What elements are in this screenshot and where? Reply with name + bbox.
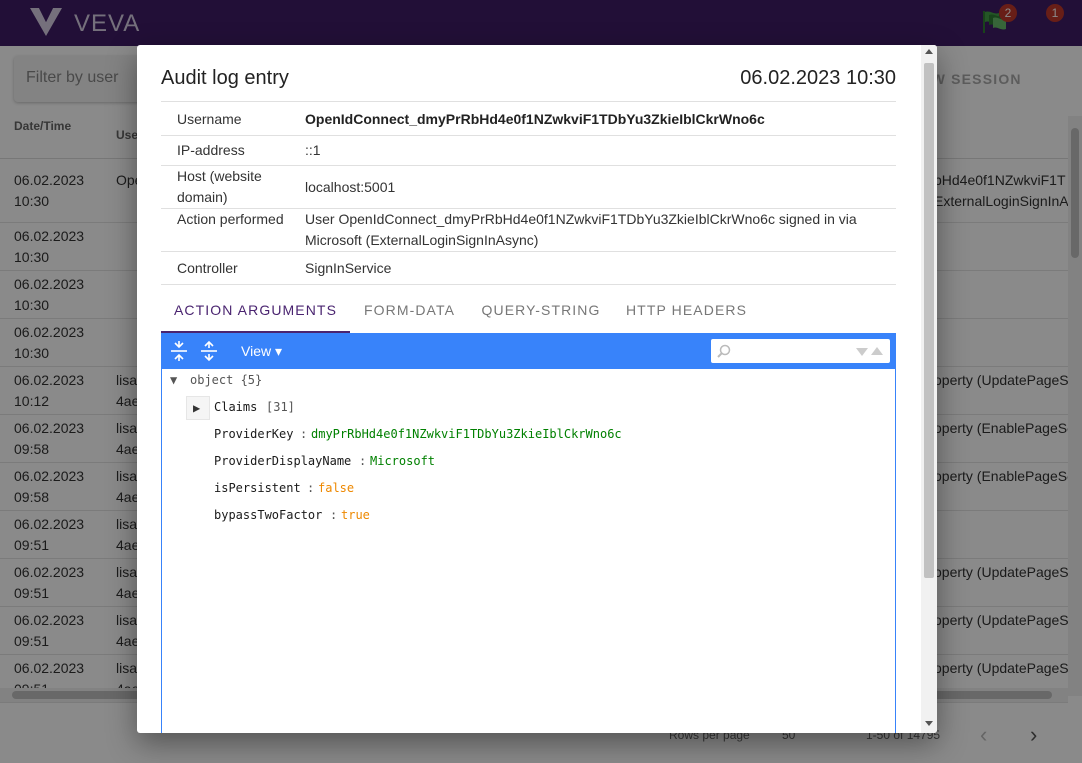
search-previous-icon[interactable] xyxy=(871,347,883,355)
scroll-up-icon[interactable] xyxy=(925,49,933,54)
detail-label: Host (website domain) xyxy=(177,168,262,205)
detail-label: Controller xyxy=(177,260,238,276)
detail-row-action-performed: Action performed User OpenIdConnect_dmyP… xyxy=(161,209,896,252)
json-value[interactable]: Microsoft xyxy=(370,452,435,470)
json-root-node: object {5} xyxy=(190,373,263,387)
json-key[interactable]: isPersistent xyxy=(214,479,301,497)
dialog-title: Audit log entry xyxy=(161,67,289,89)
search-next-icon[interactable] xyxy=(856,348,868,356)
json-value[interactable]: dmyPrRbHd4e0f1NZwkviF1TDbYu3ZkieIblCkrWn… xyxy=(311,425,622,443)
json-editor-menu: View ▾ xyxy=(162,334,895,369)
detail-value-controller: SignInService xyxy=(305,260,392,276)
detail-label: Username xyxy=(177,111,242,127)
json-key[interactable]: ProviderKey xyxy=(214,425,293,443)
json-separator: : xyxy=(307,481,315,495)
json-separator: : xyxy=(359,454,367,468)
dialog-scrollbar-thumb[interactable] xyxy=(924,63,934,578)
detail-row-controller: Controller SignInService xyxy=(161,252,896,285)
json-value: [31] xyxy=(266,400,295,414)
detail-label: IP-address xyxy=(177,142,245,158)
expand-all-icon[interactable] xyxy=(168,340,190,362)
collapse-root-icon[interactable]: ▼ xyxy=(170,371,177,389)
json-separator: : xyxy=(330,508,338,522)
tab-http-headers[interactable]: HTTP HEADERS xyxy=(613,293,760,333)
dialog-scrollbar[interactable] xyxy=(921,45,937,733)
expand-claims-button[interactable]: ▶ xyxy=(186,396,210,420)
json-key[interactable]: Claims xyxy=(214,398,257,416)
json-key[interactable]: ProviderDisplayName xyxy=(214,452,351,470)
tab-form-data[interactable]: FORM-DATA xyxy=(350,293,469,333)
detail-tabs: ACTION ARGUMENTS FORM-DATA QUERY-STRING … xyxy=(161,293,896,333)
detail-value-host: localhost:5001 xyxy=(305,179,396,195)
collapse-all-icon[interactable] xyxy=(198,340,220,362)
detail-row-ip-address: IP-address ::1 xyxy=(161,136,896,166)
detail-row-username: Username OpenIdConnect_dmyPrRbHd4e0f1NZw… xyxy=(161,101,896,136)
tab-action-arguments[interactable]: ACTION ARGUMENTS xyxy=(161,293,350,333)
detail-value-username: OpenIdConnect_dmyPrRbHd4e0f1NZwkviF1TDbY… xyxy=(305,111,765,127)
detail-value-ip-address: ::1 xyxy=(305,142,321,158)
audit-log-entry-dialog: Audit log entry 06.02.2023 10:30 Usernam… xyxy=(137,45,937,733)
dialog-date: 06.02.2023 10:30 xyxy=(740,67,896,89)
tab-query-string[interactable]: QUERY-STRING xyxy=(469,293,613,333)
detail-label: Action performed xyxy=(177,211,284,227)
json-value[interactable]: true xyxy=(341,506,370,524)
scroll-down-icon[interactable] xyxy=(925,721,933,726)
detail-row-host: Host (website domain) localhost:5001 xyxy=(161,166,896,209)
view-mode-button[interactable]: View ▾ xyxy=(241,343,282,360)
json-value[interactable]: false xyxy=(318,479,354,497)
search-icon xyxy=(717,344,731,358)
json-key[interactable]: bypassTwoFactor xyxy=(214,506,322,524)
json-search-input[interactable] xyxy=(711,339,890,363)
json-editor: View ▾ ▼ object {5} ▶ Claims [31] Provid… xyxy=(161,333,896,733)
json-separator: : xyxy=(300,427,308,441)
expand-icon: ▶ xyxy=(193,401,201,415)
entry-details-table: Username OpenIdConnect_dmyPrRbHd4e0f1NZw… xyxy=(161,101,896,285)
detail-value-action-performed: User OpenIdConnect_dmyPrRbHd4e0f1NZwkviF… xyxy=(305,211,857,248)
